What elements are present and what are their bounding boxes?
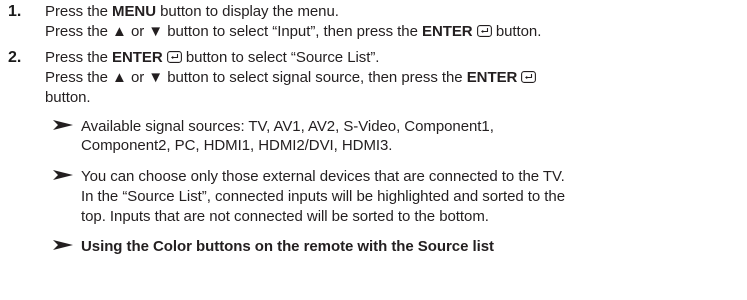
note-2-line-3: top. Inputs that are not connected will … <box>81 208 489 225</box>
note-3-heading: Using the Color buttons on the remote wi… <box>53 238 494 256</box>
enter-button-label: ENTER <box>421 23 473 40</box>
enter-icon <box>476 25 492 37</box>
instruction-page: 1. Press the MENU button to display the … <box>0 0 747 300</box>
enter-icon <box>166 51 182 63</box>
menu-button-label: MENU <box>112 3 156 20</box>
enter-icon <box>521 71 537 83</box>
note-1-line-1: Available signal sources: TV, AV1, AV2, … <box>53 118 494 136</box>
note-arrow-icon <box>53 120 73 130</box>
note-1-line-2: Component2, PC, HDMI1, HDMI2/DVI, HDMI3. <box>81 137 393 154</box>
note-arrow-icon <box>53 170 73 180</box>
note-2-line-1: You can choose only those external devic… <box>53 168 565 186</box>
step-1-number: 1. <box>8 3 22 20</box>
step-1-line-1: Press the MENU button to display the men… <box>45 3 339 20</box>
note-arrow-icon <box>53 240 73 250</box>
step-2-line-3: button. <box>45 89 91 106</box>
step-2-line-1: Press the ENTER button to select “Source… <box>45 49 380 66</box>
enter-button-label: ENTER <box>112 49 163 66</box>
enter-button-label: ENTER <box>466 69 518 86</box>
step-1-line-2: Press the ▲ or ▼ button to select “Input… <box>45 23 542 40</box>
step-2-line-2: Press the ▲ or ▼ button to select signal… <box>45 69 537 87</box>
step-2-number: 2. <box>8 49 22 66</box>
note-2-line-2: In the “Source List”, connected inputs w… <box>81 188 566 205</box>
